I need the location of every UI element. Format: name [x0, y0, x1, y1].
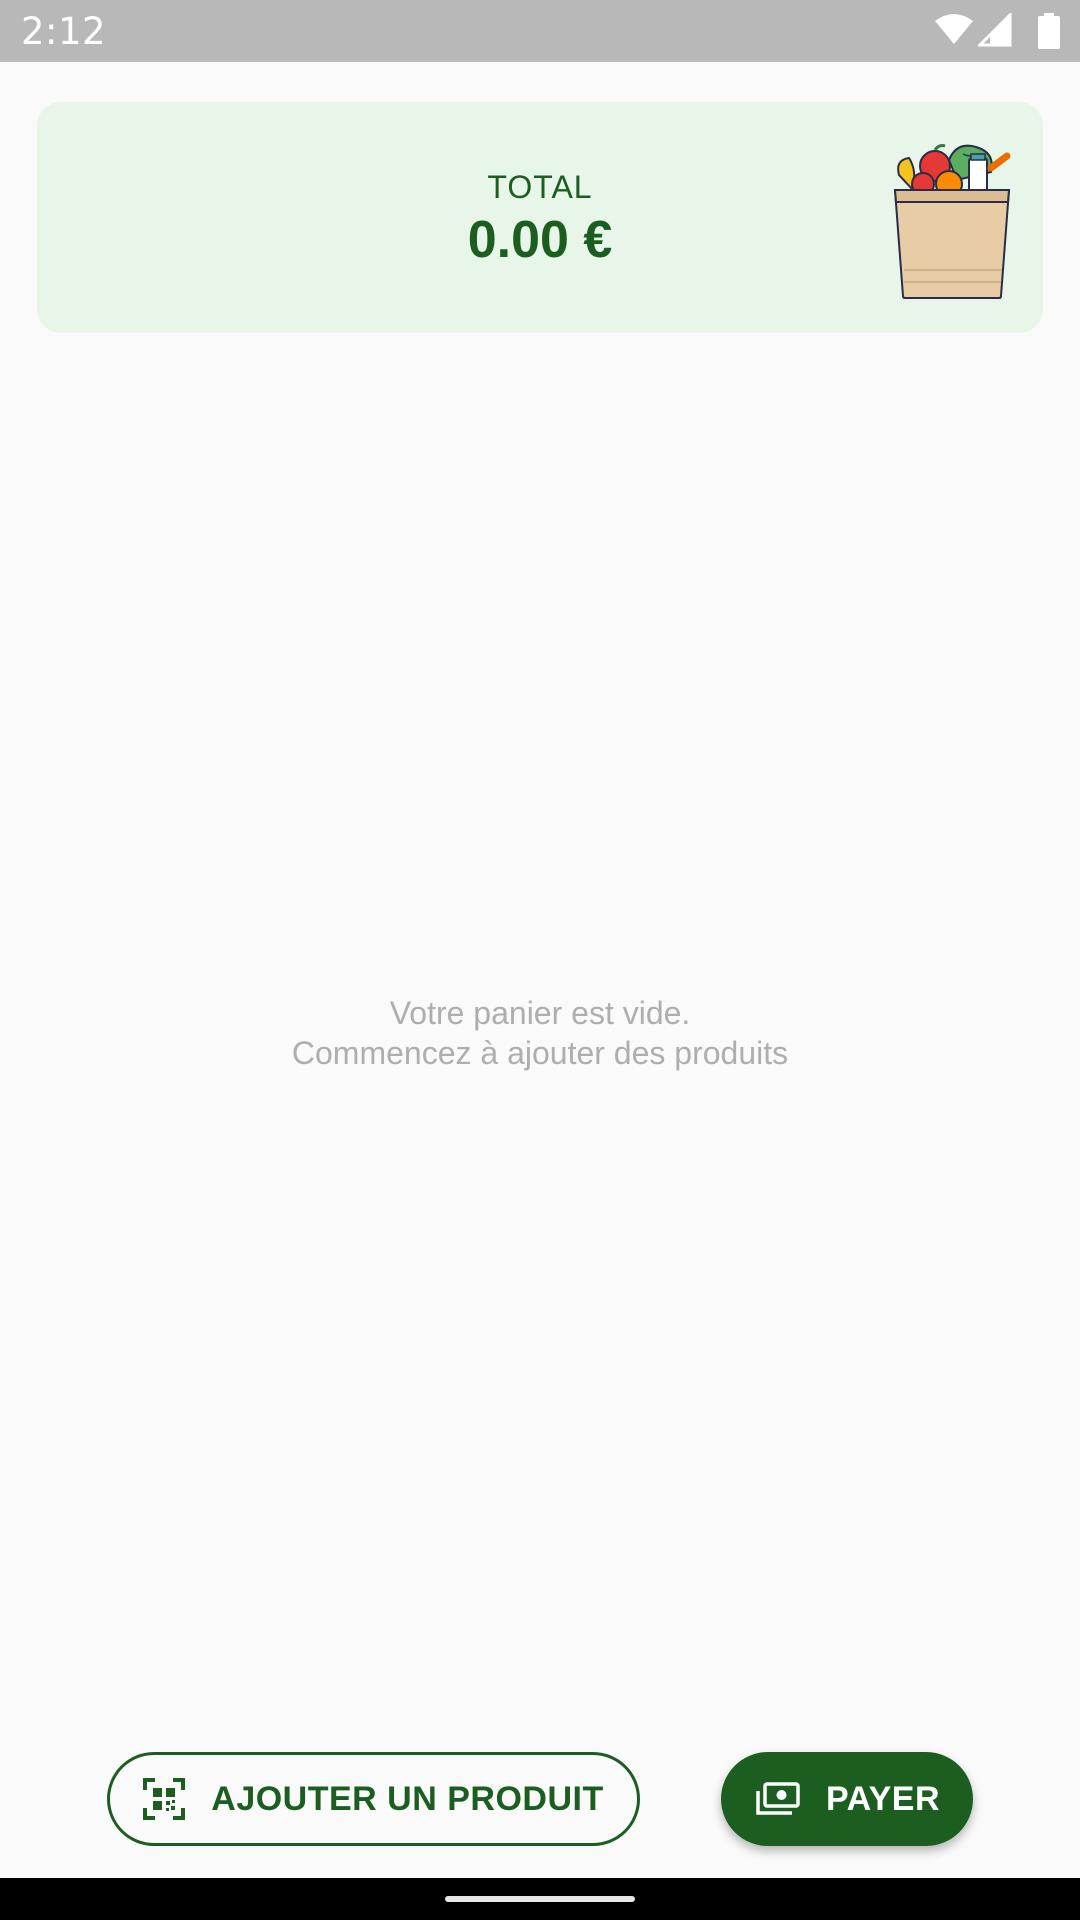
qr-code-scan-icon — [143, 1778, 186, 1820]
add-product-label: AJOUTER UN PRODUIT — [211, 1779, 604, 1818]
empty-cart-line-1: Votre panier est vide. — [389, 995, 691, 1031]
empty-cart-message: Votre panier est vide. Commencez à ajout… — [0, 993, 1080, 1073]
battery-icon — [1038, 13, 1060, 49]
grocery-bag-icon — [893, 144, 1011, 299]
total-card: TOTAL 0.00 € — [37, 102, 1043, 333]
navigation-bar — [0, 1878, 1080, 1920]
pay-label: PAYER — [826, 1779, 940, 1818]
status-bar: 2:12 — [0, 0, 1080, 62]
wifi-icon — [935, 14, 973, 44]
status-time: 2:12 — [21, 10, 107, 53]
pay-button[interactable]: PAYER — [721, 1752, 973, 1846]
home-indicator[interactable] — [445, 1896, 635, 1902]
money-icon — [754, 1782, 800, 1816]
add-product-button[interactable]: AJOUTER UN PRODUIT — [107, 1752, 640, 1846]
empty-cart-line-2: Commencez à ajouter des produits — [291, 1035, 789, 1071]
signal-icon — [978, 13, 1012, 47]
